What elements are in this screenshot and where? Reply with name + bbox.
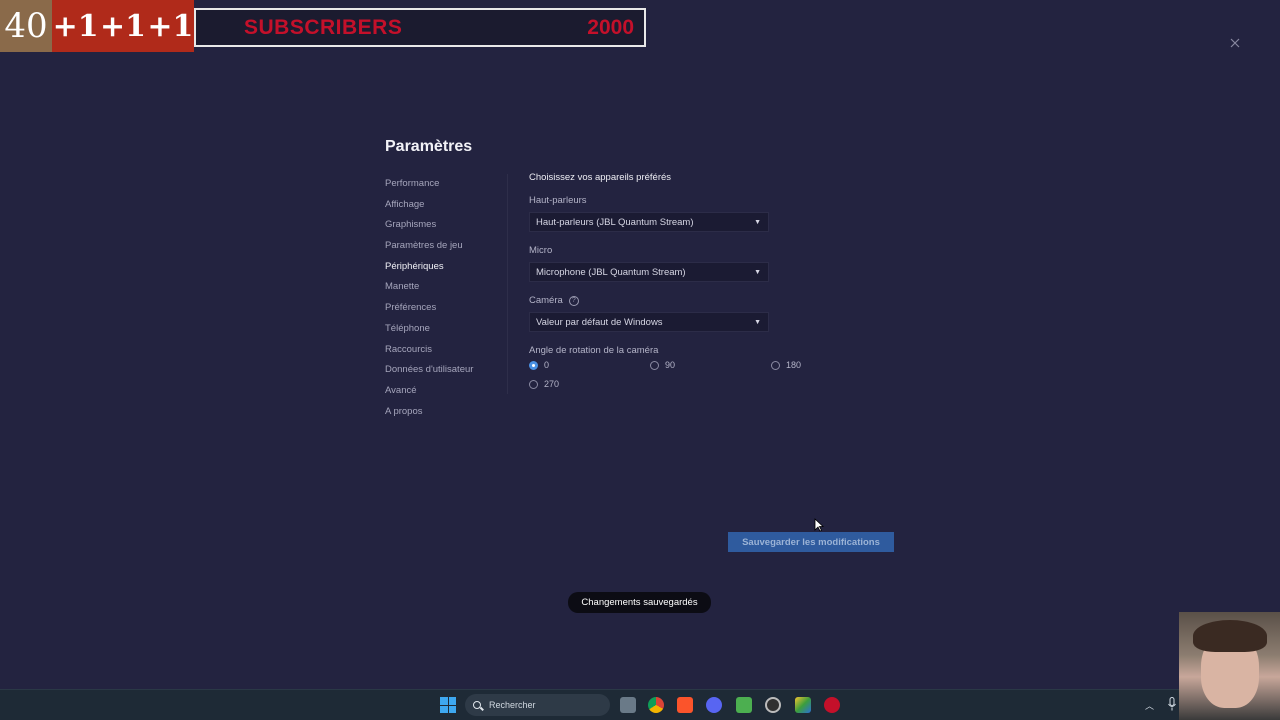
mic-select[interactable]: Microphone (JBL Quantum Stream) ▼ <box>529 262 769 282</box>
discord-icon[interactable] <box>706 697 722 713</box>
nav-item-parametres-de-jeu[interactable]: Paramètres de jeu <box>385 238 505 259</box>
close-icon[interactable] <box>1230 36 1244 50</box>
speakers-value: Haut-parleurs (JBL Quantum Stream) <box>536 216 694 228</box>
obs-icon[interactable] <box>765 697 781 713</box>
taskbar: Rechercher ︿ <box>0 689 1179 720</box>
rotation-radio-90[interactable]: 90 <box>650 360 675 370</box>
saved-toast: Changements sauvegardés <box>568 592 711 613</box>
speakers-select[interactable]: Haut-parleurs (JBL Quantum Stream) ▼ <box>529 212 769 232</box>
rotation-label: Angle de rotation de la caméra <box>529 345 659 356</box>
rotation-radio-270[interactable]: 270 <box>529 379 559 389</box>
file-explorer-icon[interactable] <box>620 697 636 713</box>
windows-start-icon[interactable] <box>440 697 456 713</box>
nav-item-telephone[interactable]: Téléphone <box>385 321 505 342</box>
camera-select[interactable]: Valeur par défaut de Windows ▼ <box>529 312 769 332</box>
nav-divider <box>507 174 508 394</box>
subscriber-goal: 2000 <box>587 15 634 39</box>
bluestacks-icon[interactable] <box>736 697 752 713</box>
section-title: Choisissez vos appareils préférés <box>529 172 672 183</box>
radio-checked-icon <box>529 360 538 370</box>
radio-icon <box>650 360 659 370</box>
search-placeholder: Rechercher <box>489 700 536 710</box>
rotation-options-row-1: 0 90 180 <box>529 360 889 379</box>
rotation-option-label: 90 <box>665 360 676 370</box>
search-icon <box>473 701 481 709</box>
devices-panel: Choisissez vos appareils préférés Haut-p… <box>529 172 889 398</box>
mouse-cursor-icon <box>814 518 824 532</box>
mic-label: Micro <box>529 245 553 256</box>
rotation-option-label: 0 <box>544 360 550 370</box>
chevron-down-icon: ▼ <box>754 318 761 326</box>
rotation-radio-180[interactable]: 180 <box>771 360 801 370</box>
chevron-down-icon: ▼ <box>754 218 761 226</box>
youtube-icon[interactable] <box>824 697 840 713</box>
bluestacks-player-icon[interactable] <box>795 697 811 713</box>
taskbar-search[interactable]: Rechercher <box>465 694 610 716</box>
rotation-options-row-2: 270 <box>529 379 889 398</box>
subscriber-count: 40 <box>0 0 52 52</box>
nav-item-raccourcis[interactable]: Raccourcis <box>385 342 505 363</box>
nav-item-graphismes[interactable]: Graphismes <box>385 217 505 238</box>
camera-value: Valeur par défaut de Windows <box>536 316 663 328</box>
streamer-hair <box>1193 620 1267 652</box>
camera-label: Caméra <box>529 295 563 306</box>
speakers-label: Haut-parleurs <box>529 195 587 206</box>
radio-icon <box>771 360 780 370</box>
help-icon[interactable]: ? <box>568 295 579 306</box>
subscriber-increments: +1 +1 +1 <box>52 0 194 52</box>
settings-nav: Performance Affichage Graphismes Paramèt… <box>385 176 505 424</box>
chevron-up-icon[interactable]: ︿ <box>1145 699 1154 712</box>
rotation-option-label: 180 <box>786 360 802 370</box>
nav-item-manette[interactable]: Manette <box>385 279 505 300</box>
subscriber-goal-bar: SUBSCRIBERS 2000 <box>194 8 646 47</box>
nav-item-preferences[interactable]: Préférences <box>385 300 505 321</box>
camera-label-row: Caméra ? <box>529 295 889 306</box>
brave-icon[interactable] <box>677 697 693 713</box>
webcam-overlay <box>1179 612 1280 720</box>
radio-icon <box>529 379 538 389</box>
nav-item-avance[interactable]: Avancé <box>385 383 505 404</box>
rotation-radio-0[interactable]: 0 <box>529 360 549 370</box>
nav-item-affichage[interactable]: Affichage <box>385 197 505 218</box>
increment-2: +1 <box>99 8 146 44</box>
increment-1: +1 <box>52 8 99 44</box>
subscriber-label: SUBSCRIBERS <box>244 15 403 39</box>
chevron-down-icon: ▼ <box>754 268 761 276</box>
increment-3: +1 <box>147 8 194 44</box>
nav-item-donnees-utilisateur[interactable]: Données d'utilisateur <box>385 362 505 383</box>
nav-item-a-propos[interactable]: A propos <box>385 404 505 425</box>
microphone-icon[interactable] <box>1168 697 1176 711</box>
mic-value: Microphone (JBL Quantum Stream) <box>536 266 686 278</box>
nav-item-peripheriques[interactable]: Périphériques <box>385 259 505 280</box>
save-button[interactable]: Sauvegarder les modifications <box>728 532 894 552</box>
rotation-option-label: 270 <box>544 379 560 389</box>
page-title: Paramètres <box>385 138 473 155</box>
nav-item-performance[interactable]: Performance <box>385 176 505 197</box>
subscriber-overlay: 40 +1 +1 +1 <box>0 0 194 52</box>
chrome-icon[interactable] <box>648 697 664 713</box>
